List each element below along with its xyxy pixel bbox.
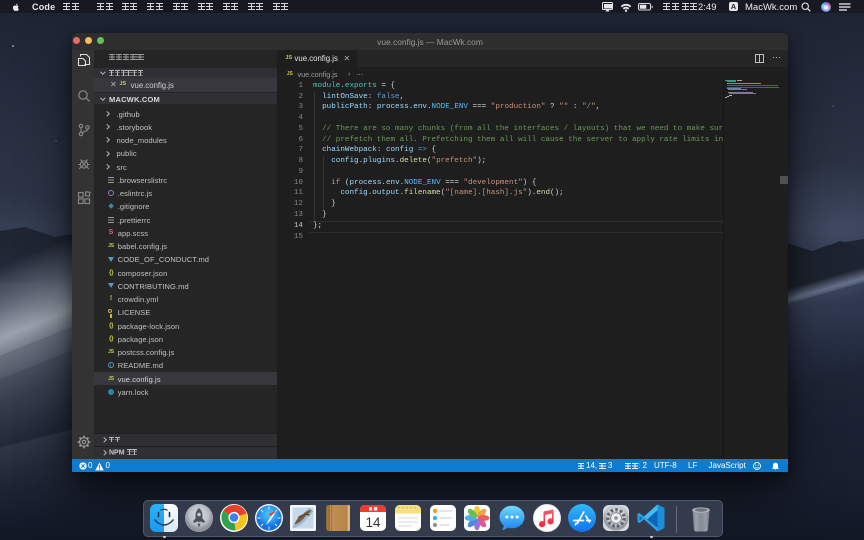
svg-text:14: 14 [365,515,381,530]
